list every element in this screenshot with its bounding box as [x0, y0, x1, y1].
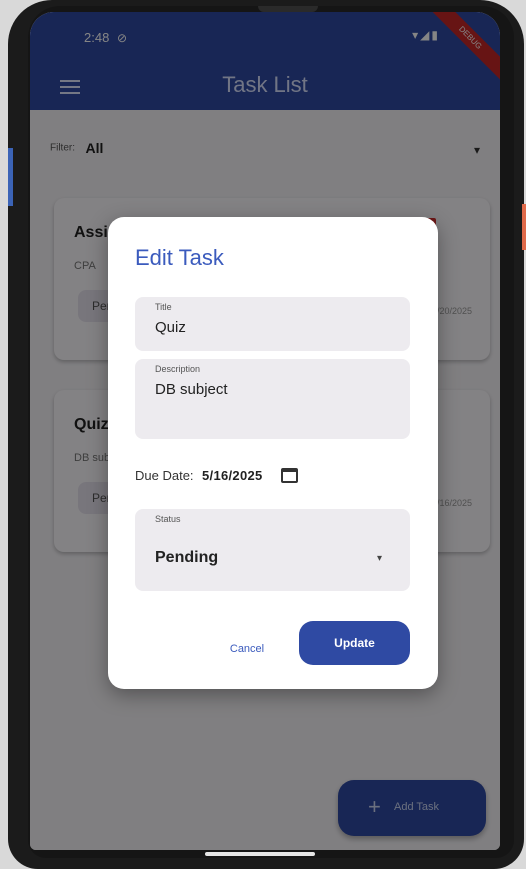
gesture-nav-handle[interactable] — [205, 852, 315, 856]
description-field-value: DB subject — [155, 381, 228, 398]
due-date-row: Due Date: 5/16/2025 — [135, 467, 298, 491]
dialog-title: Edit Task — [135, 245, 224, 270]
chevron-down-icon: ▾ — [376, 553, 382, 564]
due-date-value: 5/16/2025 — [202, 468, 263, 483]
title-field-value: Quiz — [155, 319, 186, 336]
title-field[interactable]: Title Quiz — [135, 297, 410, 351]
status-field-value: Pending — [155, 549, 219, 566]
title-field-label: Title — [155, 302, 172, 312]
right-edge-marker — [522, 204, 526, 250]
app-screen: 2:48 ⊘ ▾◢▮ Task List DEBUG Filter: All ▾… — [30, 12, 500, 850]
calendar-icon[interactable] — [281, 468, 298, 484]
side-tab-marker — [8, 148, 13, 206]
status-field-label: Status — [155, 514, 181, 524]
update-button[interactable]: Update — [299, 621, 410, 665]
description-field-label: Description — [155, 364, 201, 374]
cancel-button[interactable]: Cancel — [212, 629, 282, 669]
edit-task-dialog: Edit Task Title Quiz Description DB subj… — [108, 217, 438, 689]
due-date-label: Due Date: — [135, 468, 194, 483]
description-field[interactable]: Description DB subject — [135, 359, 410, 439]
status-dropdown[interactable]: Status Pending ▾ — [135, 509, 410, 591]
